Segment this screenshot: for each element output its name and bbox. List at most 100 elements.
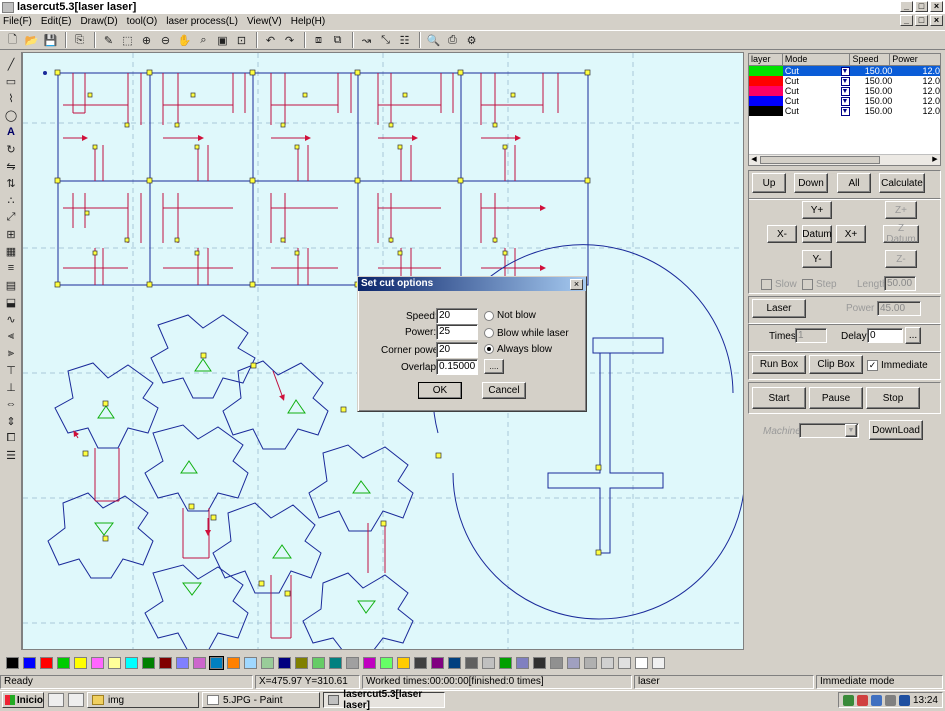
array-icon[interactable]: ☷ — [396, 32, 413, 48]
curve-tool-icon[interactable]: ∿ — [2, 311, 20, 327]
clock[interactable]: 13:24 — [913, 695, 938, 706]
palette-swatch[interactable] — [57, 657, 70, 669]
horizontal-scrollbar[interactable]: ◀ ▶ — [749, 154, 940, 165]
datum-button[interactable]: Datum — [802, 225, 832, 243]
y-plus-button[interactable]: Y+ — [802, 201, 832, 219]
palette-swatch[interactable] — [601, 657, 614, 669]
palette-swatch[interactable] — [312, 657, 325, 669]
pen-icon[interactable]: ✎ — [100, 32, 117, 48]
zoom-fit-icon[interactable]: ⊡ — [233, 32, 250, 48]
maximize-button[interactable]: □ — [915, 1, 928, 12]
menu-laser-process[interactable]: laser process(L) — [166, 16, 238, 27]
menu-file[interactable]: File(F) — [3, 16, 32, 27]
layer-row[interactable]: Cut ▼ 150.00 12.0 — [749, 96, 940, 106]
network-icon[interactable] — [842, 694, 854, 706]
node-edit-icon[interactable]: ⤡ — [377, 32, 394, 48]
palette-swatch[interactable] — [363, 657, 376, 669]
menu-help[interactable]: Help(H) — [291, 16, 325, 27]
palette-swatch[interactable] — [91, 657, 104, 669]
palette-swatch[interactable] — [193, 657, 206, 669]
overlap-input[interactable]: 0.15000 — [436, 359, 478, 375]
scale-tool-icon[interactable]: ⤢ — [2, 209, 20, 225]
zoom-out-icon[interactable]: ⊖ — [157, 32, 174, 48]
clip-box-button[interactable]: Clip Box — [809, 355, 863, 374]
download-button[interactable]: DownLoad — [869, 420, 923, 440]
ok-button[interactable]: OK — [418, 382, 462, 399]
save-icon[interactable]: 💾 — [42, 32, 59, 48]
rotate-tool-icon[interactable]: ↻ — [2, 141, 20, 157]
layer-row[interactable]: Cut ▼ 150.00 12.0 — [749, 86, 940, 96]
palette-swatch[interactable] — [227, 657, 240, 669]
palette-swatch[interactable] — [584, 657, 597, 669]
palette-swatch[interactable] — [414, 657, 427, 669]
stop-button[interactable]: Stop — [866, 387, 920, 409]
palette-swatch[interactable] — [278, 657, 291, 669]
offset-tool-icon[interactable]: ⬓ — [2, 294, 20, 310]
delay-more-button[interactable]: ... — [905, 327, 921, 344]
ie-icon[interactable] — [48, 693, 64, 707]
menu-view[interactable]: View(V) — [247, 16, 282, 27]
align-left-icon[interactable]: ⫷ — [2, 328, 20, 344]
start-button[interactable]: Inicio — [2, 692, 44, 708]
corner-power-input[interactable]: 20 — [436, 342, 478, 358]
layer-row[interactable]: Cut ▼ 150.00 12.0 — [749, 76, 940, 86]
palette-swatch[interactable] — [23, 657, 36, 669]
x-minus-button[interactable]: X- — [767, 225, 797, 243]
menu-tool[interactable]: tool(O) — [127, 16, 158, 27]
layer-row[interactable]: Cut ▼ 150.00 12.0 — [749, 106, 940, 116]
layers-icon[interactable]: ☰ — [2, 447, 20, 463]
palette-swatch[interactable] — [635, 657, 648, 669]
mode-dropdown-icon[interactable]: ▼ — [840, 76, 851, 86]
slow-checkbox[interactable] — [761, 279, 772, 290]
redo-icon[interactable]: ↷ — [281, 32, 298, 48]
scroll-right-icon[interactable]: ▶ — [930, 155, 940, 165]
not-blow-radio[interactable] — [484, 311, 494, 321]
zoom-page-icon[interactable]: ▣ — [214, 32, 231, 48]
delay-input[interactable]: 0 — [867, 328, 903, 343]
desktop-icon[interactable] — [68, 693, 84, 707]
monitor-icon[interactable] — [898, 694, 910, 706]
task-img[interactable]: img — [87, 692, 199, 708]
palette-swatch[interactable] — [448, 657, 461, 669]
up-button[interactable]: Up — [752, 173, 786, 193]
overlap-more-button[interactable]: .... — [484, 359, 504, 374]
same-size-icon[interactable]: ⧠ — [2, 430, 20, 446]
palette-swatch[interactable] — [142, 657, 155, 669]
always-blow-radio[interactable] — [484, 344, 494, 354]
line-tool-icon[interactable]: ╱ — [2, 56, 20, 72]
power-input[interactable]: 45.00 — [877, 301, 921, 316]
laser-button[interactable]: Laser — [752, 299, 806, 318]
antivirus-icon[interactable] — [856, 694, 868, 706]
text-tool-icon[interactable]: A — [2, 124, 20, 140]
task-paint[interactable]: 5.JPG - Paint — [202, 692, 320, 708]
speed-input[interactable]: 20 — [436, 308, 478, 324]
palette-swatch[interactable] — [125, 657, 138, 669]
rectangle-tool-icon[interactable]: ▭ — [2, 73, 20, 89]
volume-icon[interactable] — [884, 694, 896, 706]
select-icon[interactable]: ⬚ — [119, 32, 136, 48]
run-box-button[interactable]: Run Box — [752, 355, 806, 374]
z-minus-button[interactable]: Z- — [885, 250, 917, 268]
palette-swatch[interactable] — [295, 657, 308, 669]
ungroup-icon[interactable]: ⧉ — [329, 32, 346, 48]
palette-swatch[interactable] — [533, 657, 546, 669]
y-minus-button[interactable]: Y- — [802, 250, 832, 268]
layer-row[interactable]: Cut ▼ 150.00 12.0 — [749, 66, 940, 76]
mode-dropdown-icon[interactable]: ▼ — [840, 106, 851, 116]
fill-tool-icon[interactable]: ≡ — [2, 260, 20, 276]
palette-swatch[interactable] — [244, 657, 257, 669]
output-icon[interactable]: ⎙ — [444, 32, 461, 48]
pan-hand-icon[interactable]: ✋ — [176, 32, 193, 48]
palette-swatch[interactable] — [482, 657, 495, 669]
mode-dropdown-icon[interactable]: ▼ — [840, 86, 851, 96]
bluetooth-icon[interactable] — [870, 694, 882, 706]
mdi-close-button[interactable]: × — [930, 15, 943, 26]
power-input[interactable]: 25 — [436, 324, 478, 340]
minimize-button[interactable]: _ — [900, 1, 913, 12]
center-v-icon[interactable]: ⇕ — [2, 413, 20, 429]
mdi-minimize-button[interactable]: _ — [900, 15, 913, 26]
group-icon[interactable]: ⧈ — [310, 32, 327, 48]
palette-swatch[interactable] — [465, 657, 478, 669]
x-plus-button[interactable]: X+ — [836, 225, 866, 243]
scroll-left-icon[interactable]: ◀ — [749, 155, 759, 165]
